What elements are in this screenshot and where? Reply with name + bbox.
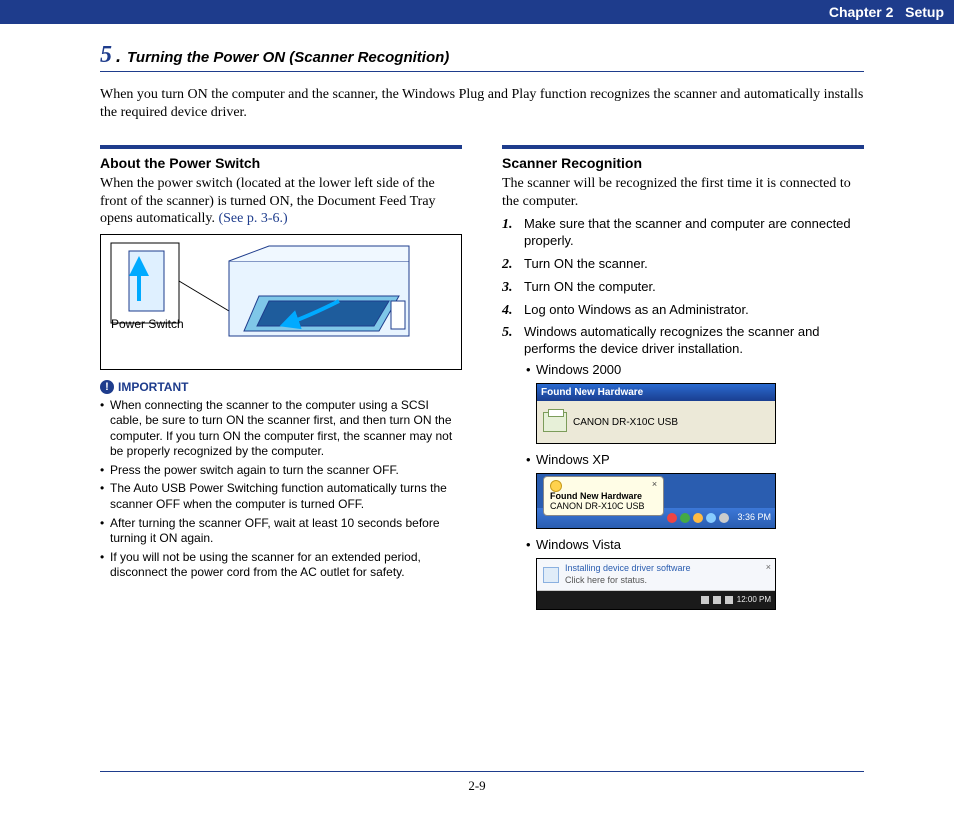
col-left: About the Power Switch When the power sw… (100, 145, 462, 618)
list-item: The Auto USB Power Switching function au… (100, 481, 462, 512)
taskbar-clock: 3:36 PM (737, 512, 771, 524)
tray-icon (706, 513, 716, 523)
close-icon: × (766, 562, 771, 574)
step-item: Make sure that the scanner and computer … (518, 216, 864, 250)
section-number: 5 (100, 42, 112, 69)
step-item: Windows automatically recognizes the sca… (518, 324, 864, 610)
left-heading: About the Power Switch (100, 155, 462, 171)
disc-icon (543, 567, 559, 583)
scanner-illustration (109, 241, 429, 361)
right-heading: Scanner Recognition (502, 155, 864, 171)
two-columns: About the Power Switch When the power sw… (100, 145, 864, 618)
dialog-body: CANON DR-X10C USB (537, 401, 775, 443)
list-item: When connecting the scanner to the compu… (100, 398, 462, 460)
left-paragraph: When the power switch (located at the lo… (100, 175, 462, 228)
important-label: IMPORTANT (118, 380, 188, 394)
section-heading: 5 . Turning the Power ON (Scanner Recogn… (100, 42, 864, 72)
balloon-body: CANON DR-X10C USB (550, 501, 645, 511)
dialog-body-text: CANON DR-X10C USB (573, 416, 678, 429)
page-number: 2-9 (0, 778, 954, 794)
section-intro: When you turn ON the computer and the sc… (100, 86, 864, 121)
os-list: Windows Vista (524, 537, 864, 554)
section-title: Turning the Power ON (Scanner Recognitio… (127, 49, 449, 66)
chapter-label: Chapter 2 (829, 4, 894, 20)
close-icon: × (650, 479, 660, 489)
tray-icon (719, 513, 729, 523)
dialog-titlebar: Found New Hardware (537, 384, 775, 401)
xp-balloon: Found New Hardware CANON DR-X10C USB × (543, 476, 664, 516)
vista-balloon-text: Installing device driver software Click … (565, 563, 691, 586)
page-content: 5 . Turning the Power ON (Scanner Recogn… (0, 24, 954, 618)
tray-icon (693, 513, 703, 523)
os-list: Windows XP (524, 452, 864, 469)
winvista-screenshot: Installing device driver software Click … (536, 558, 776, 610)
vista-balloon: Installing device driver software Click … (537, 559, 775, 591)
col-right: Scanner Recognition The scanner will be … (502, 145, 864, 618)
list-item: If you will not be using the scanner for… (100, 550, 462, 581)
system-tray (667, 513, 729, 523)
tray-icon (667, 513, 677, 523)
tray-icon (725, 596, 733, 604)
list-item: Press the power switch again to turn the… (100, 463, 462, 479)
important-list: When connecting the scanner to the compu… (100, 398, 462, 582)
taskbar-clock: 12:00 PM (737, 595, 771, 605)
important-callout: ! IMPORTANT (100, 380, 462, 394)
chapter-header: Chapter 2 Setup (0, 0, 954, 24)
tray-icon (713, 596, 721, 604)
os-label: Windows XP (524, 452, 864, 469)
step-item: Turn ON the scanner. (518, 256, 864, 273)
footer-rule (100, 771, 864, 772)
chapter-title: Setup (905, 4, 944, 20)
vista-taskbar: 12:00 PM (537, 591, 775, 609)
document-page: Chapter 2 Setup 5 . Turning the Power ON… (0, 0, 954, 818)
balloon-body: Click here for status. (565, 575, 647, 585)
steps-list: Make sure that the scanner and computer … (502, 216, 864, 610)
left-rule (100, 145, 462, 149)
step-item: Log onto Windows as an Administrator. (518, 302, 864, 319)
balloon-title: Installing device driver software (565, 563, 691, 573)
see-ref-link[interactable]: (See p. 3-6.) (215, 211, 288, 226)
right-paragraph: The scanner will be recognized the first… (502, 175, 864, 210)
section-dot: . (116, 46, 121, 67)
scanner-figure: Power Switch (100, 234, 462, 370)
tray-icon (701, 596, 709, 604)
os-label: Windows 2000 (524, 362, 864, 379)
figure-caption: Power Switch (111, 317, 184, 331)
winxp-screenshot: Found New Hardware CANON DR-X10C USB × (536, 473, 776, 529)
step-item: Turn ON the computer. (518, 279, 864, 296)
tray-icon (680, 513, 690, 523)
list-item: After turning the scanner OFF, wait at l… (100, 516, 462, 547)
os-list: Windows 2000 (524, 362, 864, 379)
win2000-dialog: Found New Hardware CANON DR-X10C USB (536, 383, 776, 444)
step-text: Windows automatically recognizes the sca… (524, 324, 820, 356)
right-rule (502, 145, 864, 149)
important-icon: ! (100, 380, 114, 394)
device-icon (543, 412, 567, 432)
os-label: Windows Vista (524, 537, 864, 554)
